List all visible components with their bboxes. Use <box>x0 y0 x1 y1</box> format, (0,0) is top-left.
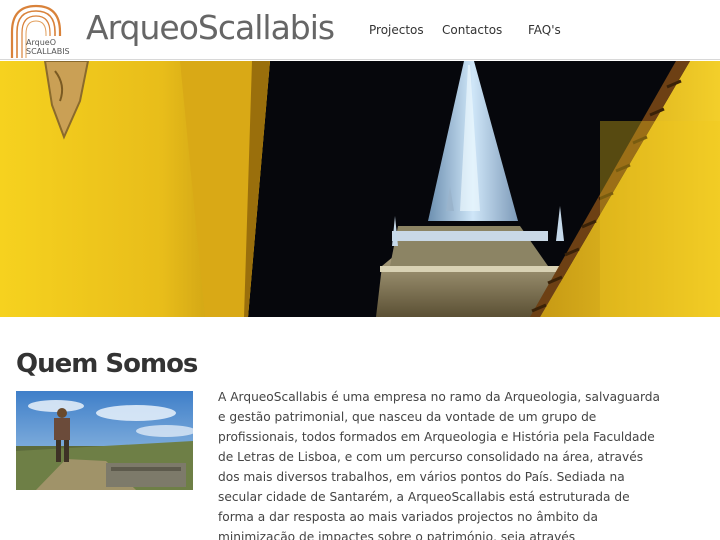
logo-line-2: SCALLABIS <box>26 47 70 56</box>
nav-item-projectos[interactable]: Projectos <box>369 18 424 42</box>
hero-banner-image <box>0 61 720 317</box>
excavation-photo <box>16 391 193 490</box>
about-paragraph: A ArqueoScallabis é uma empresa no ramo … <box>218 390 660 540</box>
site-logo[interactable]: ArqueO SCALLABIS <box>6 2 78 58</box>
site-title[interactable]: ArqueoScallabis <box>86 6 335 50</box>
nav-item-contactos[interactable]: Contactos <box>442 18 502 42</box>
logo-line-1: ArqueO <box>26 38 56 47</box>
about-section: Quem Somos A ArqueoScallabis é uma empre… <box>0 317 720 540</box>
nav-item-faqs[interactable]: FAQ's <box>528 18 561 42</box>
site-header: ArqueO SCALLABIS ArqueoScallabis Project… <box>0 0 720 60</box>
section-title: Quem Somos <box>16 349 198 379</box>
logo-wordmark: ArqueO SCALLABIS <box>26 38 86 56</box>
